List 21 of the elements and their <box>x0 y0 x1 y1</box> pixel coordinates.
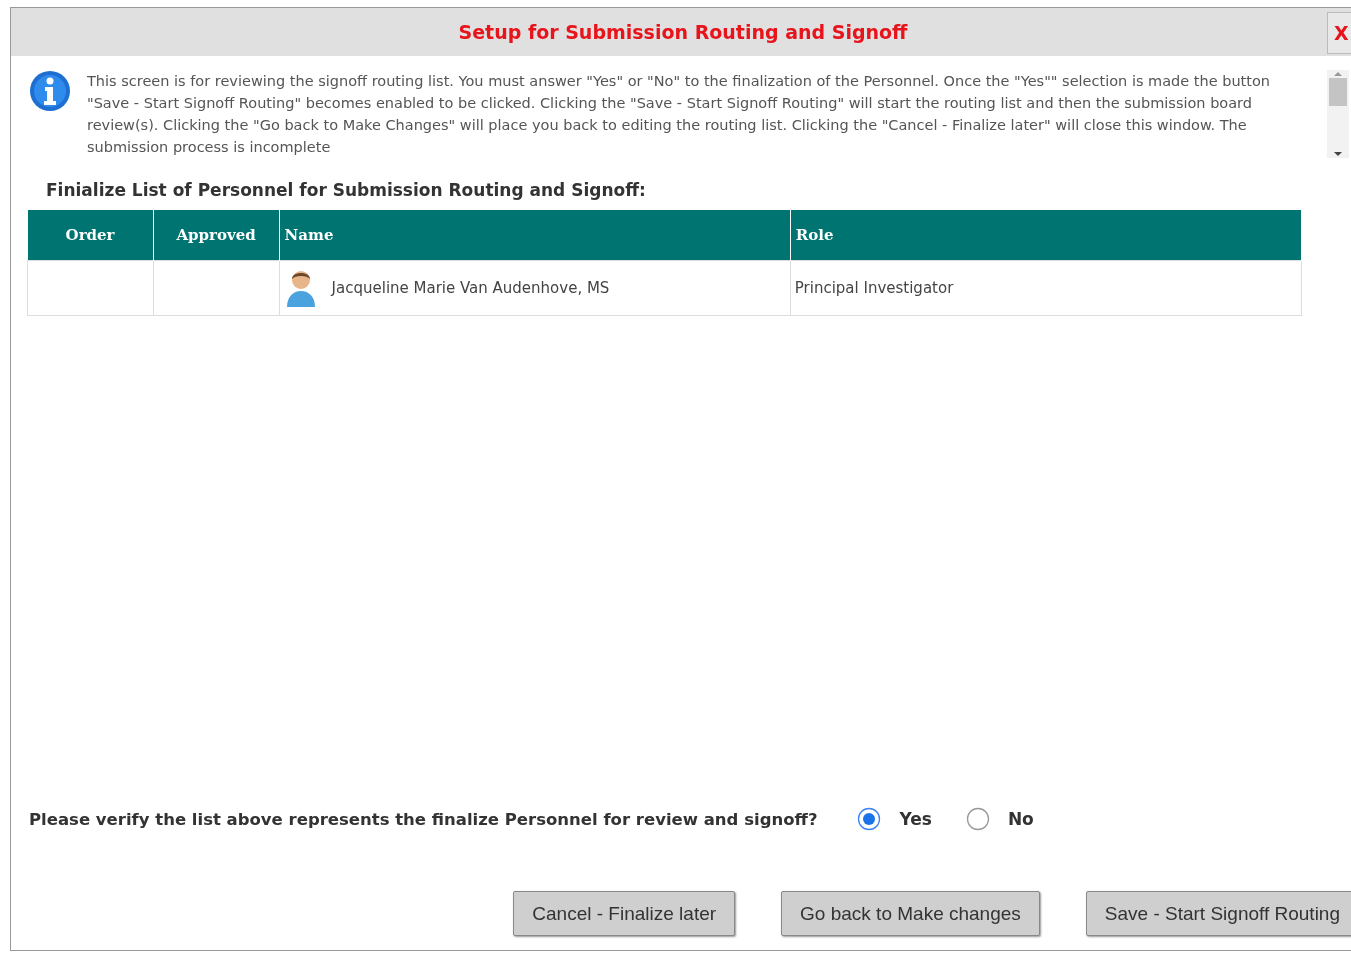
action-button[interactable]: Go back to Make changes <box>781 891 1040 936</box>
table-cell: Principal Investigator <box>794 279 954 297</box>
scrollbar[interactable] <box>1327 70 1349 158</box>
table-cell: Jacqueline Marie Van Audenhove, MS <box>331 279 610 297</box>
radio-label[interactable]: Yes <box>899 809 932 829</box>
close-button[interactable]: X <box>1327 12 1351 54</box>
scroll-down-icon[interactable] <box>1333 150 1343 158</box>
column-header: Name <box>279 210 791 261</box>
column-header: Order <box>27 210 154 261</box>
info-text: This screen is for reviewing the signoff routing list. You must answer "Yes" or "No" to the finalization of the Personnel. Once the "Yes"" selection is made the button "Save - Start Signoff Routing" becomes enabled to be clicked. Clicking the "Save - Start Signoff Routing" will start the routing list and then the submission board review(s). Clicking the "Go back to Make Changes" will place you back to editing the routing list. Clicking the "Cancel - Finalize later" will close this window. The submission process is incomplete <box>87 72 1272 157</box>
info-icon <box>29 70 71 112</box>
radio-button[interactable] <box>857 807 882 831</box>
action-button[interactable]: Save - Start Signoff Routing <box>1085 891 1351 936</box>
column-header: Approved <box>153 210 280 261</box>
section-heading: Finialize List of Personnel for Submission Routing and Signoff: <box>46 180 647 200</box>
radio-button[interactable] <box>965 807 990 831</box>
action-button[interactable]: Cancel - Finalize later <box>513 891 736 936</box>
column-header: Role <box>790 210 1302 261</box>
window-title: Setup for Submission Routing and Signoff <box>458 21 908 43</box>
question-text: Please verify the list above represents the finalize Personnel for review and signoff? <box>29 809 818 829</box>
radio-label[interactable]: No <box>1007 809 1034 829</box>
